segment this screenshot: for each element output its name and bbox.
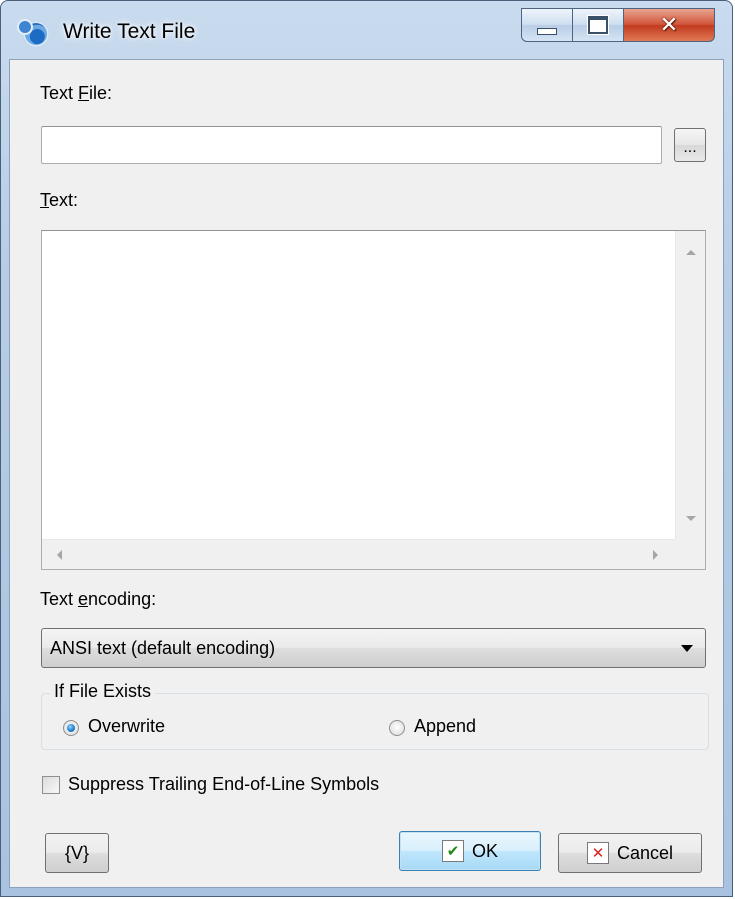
radio-overwrite[interactable] <box>63 720 79 736</box>
suppress-eol-checkbox[interactable] <box>42 776 60 794</box>
maximize-icon <box>588 16 608 34</box>
encoding-label-accesskey: e <box>78 589 89 609</box>
title-bar[interactable]: Write Text File ✕ <box>1 1 732 59</box>
text-label-part: ext: <box>49 190 79 210</box>
scroll-up-icon[interactable] <box>686 250 696 255</box>
encoding-label: Text encoding: <box>40 589 156 610</box>
encoding-label-part: ncoding: <box>88 589 157 609</box>
cancel-button[interactable]: ✕ Cancel <box>558 833 702 873</box>
text-file-input[interactable] <box>41 126 662 164</box>
scroll-down-icon[interactable] <box>686 516 696 521</box>
close-icon: ✕ <box>659 12 679 38</box>
dialog-window: Write Text File ✕ Text File: ... Text: T… <box>0 0 733 897</box>
if-file-exists-group: If File Exists Overwrite Append <box>41 681 709 750</box>
radio-overwrite-label[interactable]: Overwrite <box>88 716 165 737</box>
text-area[interactable] <box>41 230 706 570</box>
encoding-selected-value: ANSI text (default encoding) <box>50 637 276 658</box>
scroll-left-icon[interactable] <box>57 550 62 560</box>
maximize-button[interactable] <box>572 8 624 42</box>
browse-button[interactable]: ... <box>674 128 706 162</box>
chevron-down-icon <box>681 645 693 652</box>
text-file-label-part: ile: <box>89 83 113 103</box>
x-icon: ✕ <box>586 842 609 864</box>
vertical-scrollbar[interactable] <box>675 231 705 541</box>
cancel-button-label: Cancel <box>616 842 674 863</box>
checkmark-icon: ✔ <box>441 840 464 862</box>
horizontal-scrollbar[interactable] <box>42 539 675 569</box>
radio-append[interactable] <box>389 720 405 736</box>
dialog-client-area: Text File: ... Text: Text encoding: ANSI… <box>9 59 724 888</box>
ok-button-label: OK <box>471 840 498 861</box>
app-gear-icon <box>17 19 49 47</box>
text-file-label: Text File: <box>40 83 112 104</box>
close-button[interactable]: ✕ <box>623 8 715 42</box>
variables-button-label: {V} <box>64 842 90 863</box>
group-legend: If File Exists <box>50 681 156 702</box>
encoding-dropdown[interactable]: ANSI text (default encoding) <box>41 628 706 668</box>
text-label-accesskey: T <box>40 190 49 210</box>
text-label: Text: <box>40 190 78 211</box>
suppress-eol-label[interactable]: Suppress Trailing End-of-Line Symbols <box>68 774 379 795</box>
encoding-label-part: Text <box>40 589 79 609</box>
text-file-label-accesskey: F <box>78 83 90 103</box>
variables-button[interactable]: {V} <box>45 833 109 873</box>
window-title: Write Text File <box>63 20 196 43</box>
radio-append-label[interactable]: Append <box>414 716 476 737</box>
browse-button-label: ... <box>683 139 697 156</box>
scroll-right-icon[interactable] <box>653 550 658 560</box>
text-file-label-part: Text <box>40 83 79 103</box>
minimize-button[interactable] <box>521 8 573 42</box>
scrollbar-corner <box>675 539 705 569</box>
minimize-icon <box>537 27 557 35</box>
ok-button[interactable]: ✔ OK <box>399 831 541 871</box>
